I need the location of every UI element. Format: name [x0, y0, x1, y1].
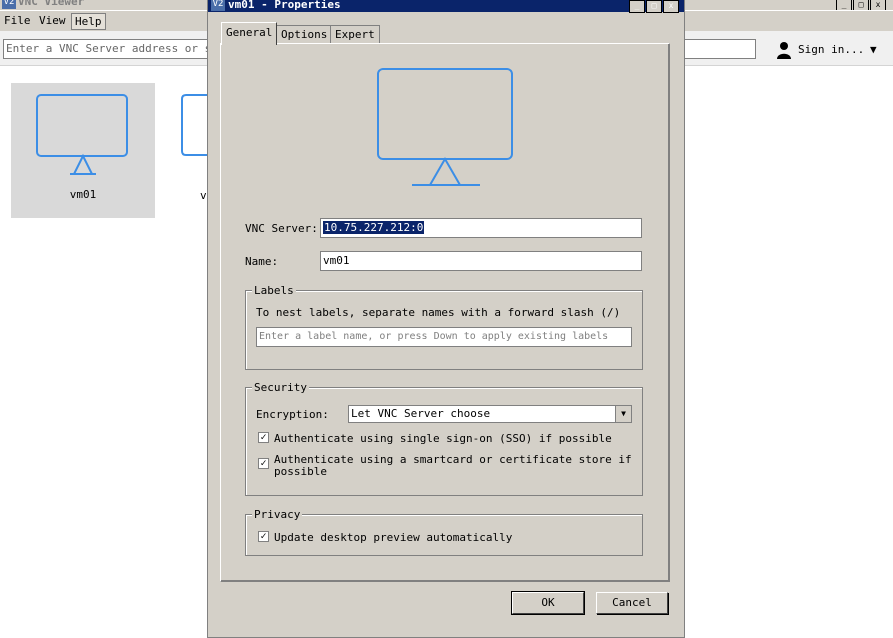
privacy-group-title: Privacy	[252, 508, 303, 521]
sign-in-label: Sign in...	[798, 43, 865, 56]
name-field[interactable]: vm01	[320, 251, 642, 271]
sso-checkbox[interactable]: ✓	[258, 432, 269, 443]
tab-general[interactable]: General	[221, 22, 278, 45]
dialog-window-buttons: _ □ x	[628, 0, 679, 13]
minimize-icon[interactable]: _	[629, 0, 645, 13]
monitor-icon	[36, 94, 128, 175]
encryption-select[interactable]: Let VNC Server choose ▼	[348, 405, 632, 423]
vnc-logo-icon: V2	[211, 0, 225, 11]
close-icon[interactable]: x	[870, 0, 886, 10]
main-window-buttons: _ □ x	[835, 0, 886, 10]
encryption-value: Let VNC Server choose	[351, 407, 491, 420]
tab-options[interactable]: Options	[276, 25, 333, 44]
dialog-title-bar: V2 vm01 - Properties _ □ x	[208, 0, 684, 13]
menu-help[interactable]: Help	[71, 13, 106, 30]
smartcard-label-line2: possible	[274, 465, 327, 478]
vnc-server-value: 10.75.227.212:0	[323, 221, 425, 234]
vnc-server-field[interactable]: 10.75.227.212:0	[320, 218, 642, 238]
chevron-down-icon[interactable]: ▼	[870, 40, 877, 60]
dialog-title: vm01 - Properties	[228, 0, 341, 11]
labels-group-title: Labels	[252, 284, 296, 297]
chevron-down-icon[interactable]: ▼	[615, 406, 631, 422]
cancel-button[interactable]: Cancel	[596, 592, 668, 614]
monitor-icon	[377, 68, 513, 186]
preview-checkbox[interactable]: ✓	[258, 531, 269, 542]
user-icon	[777, 42, 791, 59]
tab-expert[interactable]: Expert	[330, 25, 380, 44]
vnc-logo-icon: V2	[2, 0, 16, 9]
smartcard-checkbox[interactable]: ✓	[258, 458, 269, 469]
close-icon[interactable]: x	[663, 0, 679, 13]
properties-dialog: V2 vm01 - Properties _ □ x General Options…	[207, 0, 685, 638]
main-window-title: VNC Viewer	[18, 0, 85, 8]
tile-label: v	[200, 189, 207, 202]
labels-hint: To nest labels, separate names with a fo…	[256, 306, 621, 319]
minimize-icon[interactable]: _	[836, 0, 852, 10]
smartcard-label-line1: Authenticate using a smartcard or certif…	[274, 453, 632, 466]
vnc-server-label: VNC Server:	[245, 222, 318, 235]
encryption-label: Encryption:	[256, 408, 329, 421]
ok-button[interactable]: OK	[511, 591, 585, 615]
monitor-icon	[181, 94, 208, 156]
name-label: Name:	[245, 255, 279, 268]
preview-label: Update desktop preview automatically	[274, 531, 513, 544]
menu-file[interactable]: File	[1, 13, 34, 28]
computer-tile[interactable]: vm01	[11, 83, 155, 218]
tile-label: vm01	[69, 188, 97, 201]
label-input[interactable]: Enter a label name, or press Down to app…	[256, 327, 632, 347]
maximize-icon[interactable]: □	[646, 0, 662, 13]
computer-tile-2[interactable]: v	[180, 93, 208, 202]
menu-view[interactable]: View	[36, 13, 69, 28]
sso-label: Authenticate using single sign-on (SSO) …	[274, 432, 612, 445]
security-group-title: Security	[252, 381, 309, 394]
maximize-icon[interactable]: □	[853, 0, 869, 10]
